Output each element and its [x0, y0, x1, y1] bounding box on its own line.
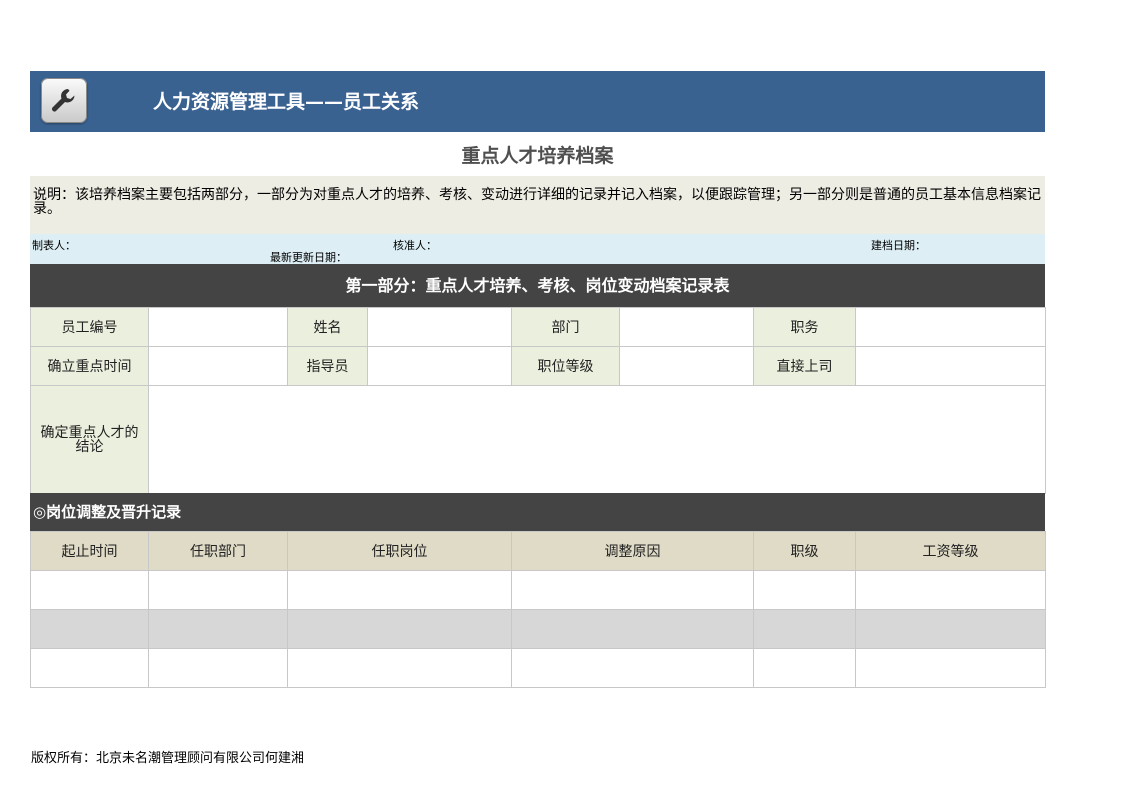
position-cell[interactable] — [855, 307, 1046, 347]
supervisor-cell[interactable] — [855, 346, 1046, 386]
table-cell[interactable] — [30, 609, 149, 649]
conclusion-label: 确定重点人才的结论 — [30, 385, 149, 494]
table-cell[interactable] — [855, 609, 1046, 649]
employee-id-label: 员工编号 — [30, 307, 149, 347]
approver-label: 核准人： — [393, 239, 437, 252]
employee-id-cell[interactable] — [148, 307, 288, 347]
conclusion-cell[interactable] — [148, 385, 1046, 494]
table-row — [30, 570, 1046, 610]
table-cell[interactable] — [30, 570, 149, 610]
col-reason: 调整原因 — [511, 531, 754, 571]
table-cell[interactable] — [855, 648, 1046, 688]
description-note: 说明：该培养档案主要包括两部分，一部分为对重点人才的培养、考核、变动进行详细的记… — [30, 176, 1045, 234]
table-cell[interactable] — [511, 570, 754, 610]
info-row: 员工编号 姓名 部门 职务 — [30, 307, 1046, 347]
name-cell[interactable] — [367, 307, 512, 347]
table-cell[interactable] — [855, 570, 1046, 610]
info-row: 确立重点时间 指导员 职位等级 直接上司 — [30, 346, 1046, 386]
conclusion-row: 确定重点人才的结论 — [30, 385, 1046, 494]
col-salary-grade: 工资等级 — [855, 531, 1046, 571]
col-period: 起止时间 — [30, 531, 149, 571]
table-cell[interactable] — [753, 609, 856, 649]
col-post: 任职岗位 — [287, 531, 512, 571]
col-department: 任职部门 — [148, 531, 288, 571]
document-title: 重点人才培养档案 — [461, 145, 614, 167]
department-cell[interactable] — [619, 307, 754, 347]
table-cell[interactable] — [753, 648, 856, 688]
part1-header: 第一部分：重点人才培养、考核、岗位变动档案记录表 — [30, 264, 1045, 307]
talent-info-table: 员工编号 姓名 部门 职务 确立重点时间 指导员 职位等级 直接上司 确定重点人… — [30, 307, 1046, 494]
table-cell[interactable] — [511, 609, 754, 649]
app-banner: 人力资源管理工具——员工关系 — [30, 71, 1045, 132]
table-cell[interactable] — [148, 648, 288, 688]
table-row — [30, 648, 1046, 688]
table-cell[interactable] — [287, 609, 512, 649]
promotion-record-table: 起止时间 任职部门 任职岗位 调整原因 职级 工资等级 — [30, 531, 1046, 688]
last-updated-label: 最新更新日期： — [270, 251, 347, 264]
table-cell[interactable] — [287, 648, 512, 688]
department-label: 部门 — [511, 307, 620, 347]
col-rank: 职级 — [753, 531, 856, 571]
table-cell[interactable] — [511, 648, 754, 688]
focus-date-cell[interactable] — [148, 346, 288, 386]
table-cell[interactable] — [148, 570, 288, 610]
section2-header: ◎岗位调整及晋升记录 — [30, 493, 1045, 531]
job-level-label: 职位等级 — [511, 346, 620, 386]
meta-bar: 制表人： 最新更新日期： 核准人： 建档日期： — [30, 234, 1045, 264]
focus-date-label: 确立重点时间 — [30, 346, 149, 386]
name-label: 姓名 — [287, 307, 368, 347]
mentor-cell[interactable] — [367, 346, 512, 386]
wrench-icon[interactable] — [41, 78, 87, 123]
mentor-label: 指导员 — [287, 346, 368, 386]
position-label: 职务 — [753, 307, 856, 347]
archive-date-label: 建档日期： — [871, 239, 926, 252]
table-row — [30, 609, 1046, 649]
table-cell[interactable] — [148, 609, 288, 649]
app-title: 人力资源管理工具——员工关系 — [153, 91, 420, 113]
copyright-footer: 版权所有：北京未名潮管理顾问有限公司何建湘 — [31, 751, 305, 766]
preparer-label: 制表人： — [32, 239, 76, 252]
table-cell[interactable] — [753, 570, 856, 610]
job-level-cell[interactable] — [619, 346, 754, 386]
table-cell[interactable] — [30, 648, 149, 688]
table-cell[interactable] — [287, 570, 512, 610]
table-header-row: 起止时间 任职部门 任职岗位 调整原因 职级 工资等级 — [30, 531, 1046, 571]
supervisor-label: 直接上司 — [753, 346, 856, 386]
